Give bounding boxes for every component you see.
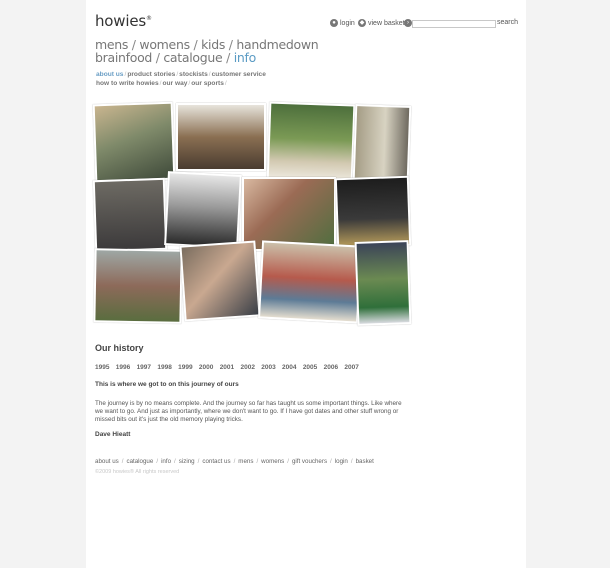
subnav-about-us[interactable]: about us — [96, 71, 123, 78]
year-link[interactable]: 1998 — [157, 364, 171, 371]
collage-photo-figure — [354, 240, 412, 326]
photo-collage — [92, 101, 412, 326]
year-link[interactable]: 2004 — [282, 364, 296, 371]
footer-link-sizing[interactable]: sizing — [179, 458, 195, 465]
year-link[interactable]: 2000 — [199, 364, 213, 371]
footer-link-womens[interactable]: womens — [261, 458, 284, 465]
footer-link-catalogue[interactable]: catalogue — [126, 458, 153, 465]
nav-catalogue[interactable]: catalogue — [163, 50, 222, 65]
footer-link-mens[interactable]: mens — [238, 458, 253, 465]
basket-icon: ◆ — [358, 19, 366, 27]
brand-name: howies — [95, 12, 146, 30]
brand-trademark: ® — [145, 15, 152, 22]
page-panel: howies® ● login ◆ view basket › search m… — [86, 0, 526, 568]
sub-navigation: about us/product stories/stockists/custo… — [96, 70, 266, 88]
year-link[interactable]: 1999 — [178, 364, 192, 371]
year-link[interactable]: 2006 — [324, 364, 338, 371]
basket-label: view basket — [368, 19, 405, 27]
subnav-our-way[interactable]: our way — [163, 80, 188, 87]
collage-photo-group — [93, 248, 183, 324]
nav-info[interactable]: info — [234, 50, 257, 65]
subnav-customer-service[interactable]: customer service — [212, 71, 266, 78]
search-icon: › — [404, 19, 412, 27]
history-author: Dave Hieatt — [95, 431, 131, 438]
collage-photo-doorway — [352, 104, 412, 182]
collage-photo-tshirts — [334, 175, 412, 249]
year-link[interactable]: 2001 — [220, 364, 234, 371]
history-paragraph: The journey is by no means complete. And… — [95, 400, 402, 423]
collage-photo-ramp — [266, 101, 356, 185]
year-link[interactable]: 2007 — [344, 364, 358, 371]
year-link[interactable]: 2003 — [261, 364, 275, 371]
nav-brainfood[interactable]: brainfood — [95, 50, 152, 65]
sub-nav-row-2: how to write howies/our way/our sports/ — [96, 80, 227, 87]
year-link[interactable]: 2005 — [303, 364, 317, 371]
brand-logo[interactable]: howies® — [95, 12, 152, 30]
footer-link-info[interactable]: info — [161, 458, 171, 465]
user-icon: ● — [330, 19, 338, 27]
subnav-our-sports[interactable]: our sports — [191, 80, 224, 87]
footer-link-about-us[interactable]: about us — [95, 458, 119, 465]
nav-separator: / — [155, 50, 160, 65]
footer-link-contact-us[interactable]: contact us — [202, 458, 230, 465]
search-input[interactable] — [412, 20, 496, 28]
collage-photo-bike-jump — [164, 171, 242, 249]
collage-photo-embrace — [242, 177, 336, 251]
collage-photo-tent — [92, 177, 168, 253]
login-link[interactable]: ● login — [330, 19, 355, 27]
year-link[interactable]: 2002 — [240, 364, 254, 371]
history-subheading: This is where we got to on this journey … — [95, 381, 239, 388]
subnav-product-stories[interactable]: product stories — [127, 71, 175, 78]
year-links: 1995 1996 1997 1998 1999 2000 2001 2002 … — [95, 364, 363, 371]
view-basket-link[interactable]: ◆ view basket — [358, 19, 405, 27]
year-link[interactable]: 1995 — [95, 364, 109, 371]
year-link[interactable]: 1996 — [116, 364, 130, 371]
year-link[interactable]: 1997 — [137, 364, 151, 371]
footer-link-basket[interactable]: basket — [356, 458, 374, 465]
history-title: Our history — [95, 343, 144, 353]
footer-link-gift-vouchers[interactable]: gift vouchers — [292, 458, 327, 465]
login-label: login — [340, 19, 355, 27]
subnav-stockists[interactable]: stockists — [179, 71, 208, 78]
search-label: search — [497, 19, 519, 26]
collage-photo-friends — [92, 101, 176, 183]
sub-nav-row-1: about us/product stories/stockists/custo… — [96, 71, 266, 78]
search-button[interactable]: search — [497, 19, 518, 26]
main-navigation: mens / womens / kids / handmedown brainf… — [95, 38, 319, 64]
copyright-text: ©2009 howies® All rights reserved — [95, 469, 180, 475]
collage-photo-legs — [179, 240, 261, 322]
nav-separator: / — [226, 50, 231, 65]
subnav-how-to-write[interactable]: how to write howies — [96, 80, 159, 87]
collage-photo-shop — [176, 103, 266, 171]
footer-link-login[interactable]: login — [335, 458, 348, 465]
main-nav-row-2: brainfood / catalogue / info — [95, 51, 318, 64]
footer-links: about us / catalogue / info / sizing / contact u… — [95, 458, 374, 465]
collage-photo-exhibit — [258, 240, 362, 324]
